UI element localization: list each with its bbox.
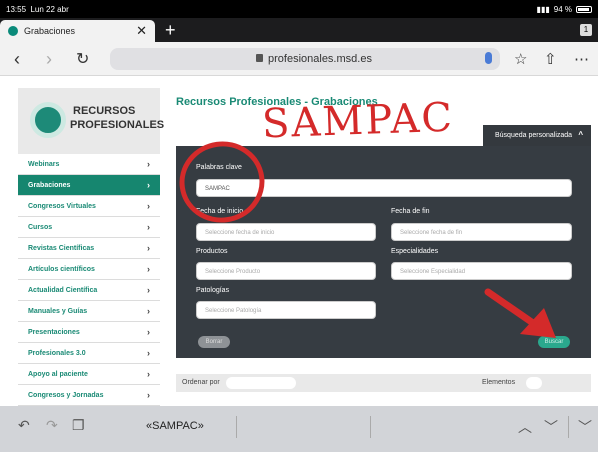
start-date-input[interactable]: Seleccione fecha de inicio	[196, 223, 376, 241]
chevron-right-icon: ›	[147, 264, 150, 274]
sidebar-item-webinars[interactable]: Webinars ›	[18, 154, 160, 175]
bookmark-star-icon[interactable]: ☆	[514, 50, 527, 68]
sidebar-item-manuales[interactable]: Manuales y Guías ›	[18, 301, 160, 322]
chevron-right-icon: ›	[147, 390, 150, 400]
sort-label: Ordenar por	[182, 379, 220, 386]
logo-mark-icon	[30, 102, 66, 138]
signal-icon: ▮▮▮	[536, 5, 550, 14]
sidebar-menu: Webinars › Grabaciones › Congresos Virtual…	[18, 154, 160, 406]
site-logo[interactable]: RECURSOS PROFESIONALES	[18, 88, 164, 158]
tab-grabaciones[interactable]: Grabaciones ✕	[0, 20, 155, 42]
pathologies-label: Patologías	[196, 287, 230, 294]
search-button[interactable]: Buscar	[538, 336, 570, 348]
sort-select[interactable]	[226, 377, 296, 389]
chevron-right-icon: ›	[147, 201, 150, 211]
sidebar-item-revistas[interactable]: Revistas Científicas ›	[18, 238, 160, 259]
more-icon[interactable]: ⋯	[574, 50, 589, 68]
battery-percent: 94 %	[553, 5, 572, 14]
address-bar: ‹ › ↻ profesionales.msd.es ☆ ⇧ ⋯	[0, 42, 598, 76]
end-date-label: Fecha de fin	[391, 208, 430, 215]
chevron-right-icon: ›	[147, 243, 150, 253]
favicon-icon	[8, 26, 18, 36]
url-field[interactable]: profesionales.msd.es	[110, 48, 500, 70]
chevron-right-icon: ›	[147, 222, 150, 232]
handwritten-annotation: SAMPAC	[261, 94, 455, 148]
logo-line2: PROFESIONALES	[70, 119, 165, 131]
microphone-icon[interactable]	[485, 52, 492, 64]
dismiss-keyboard-icon[interactable]: ﹀	[578, 417, 592, 437]
chevron-up-icon[interactable]: ︿	[518, 417, 532, 437]
custom-search-label: Búsqueda personalizada	[495, 132, 573, 139]
sort-bar: Ordenar por Elementos	[176, 374, 591, 392]
elements-label: Elementos	[482, 379, 516, 386]
sidebar-item-grabaciones[interactable]: Grabaciones ›	[18, 175, 160, 196]
suggestion-divider	[370, 416, 371, 438]
start-date-label: Fecha de inicio	[196, 208, 244, 215]
end-date-input[interactable]: Seleccione fecha de fin	[391, 223, 572, 241]
tab-title: Grabaciones	[24, 26, 76, 36]
search-panel: Palabras clave SAMPAC Fecha de inicio Se…	[176, 146, 591, 358]
clear-button[interactable]: Borrar	[198, 336, 230, 348]
web-page: RECURSOS PROFESIONALES Webinars › Grabaci…	[0, 76, 598, 406]
tab-count-badge[interactable]: 1	[580, 24, 592, 36]
chevron-right-icon: ›	[147, 159, 150, 169]
autocomplete-suggestion[interactable]: «SAMPAC»	[146, 420, 204, 432]
close-tab-icon[interactable]: ✕	[136, 23, 147, 39]
suggestion-divider	[236, 416, 237, 438]
sidebar-item-congresos-jornadas[interactable]: Congresos y Jornadas ›	[18, 385, 160, 406]
sidebar-item-congresos-virtuales[interactable]: Congresos Virtuales ›	[18, 196, 160, 217]
chevron-right-icon: ›	[147, 348, 150, 358]
undo-icon[interactable]: ↶	[18, 417, 30, 434]
share-icon[interactable]: ⇧	[544, 50, 557, 68]
sidebar-item-profesionales[interactable]: Profesionales 3.0 ›	[18, 343, 160, 364]
chevron-right-icon: ›	[147, 306, 150, 316]
chevron-up-icon: ^	[578, 130, 583, 139]
products-select[interactable]: Seleccione Producto	[196, 262, 376, 280]
chevron-down-icon[interactable]: ﹀	[544, 417, 558, 437]
tab-bar: Grabaciones ✕ + 1	[0, 18, 598, 42]
status-bar: 13:55 Lun 22 abr ▮▮▮ 94 %	[0, 0, 598, 18]
new-tab-button[interactable]: +	[165, 20, 176, 41]
sidebar-item-apoyo[interactable]: Apoyo al paciente ›	[18, 364, 160, 385]
keywords-label: Palabras clave	[196, 164, 242, 171]
forward-icon[interactable]: ›	[46, 49, 52, 70]
redo-icon[interactable]: ↷	[46, 417, 58, 434]
lock-icon	[256, 54, 263, 62]
sidebar-item-articulos[interactable]: Artículos científicos ›	[18, 259, 160, 280]
logo-line1: RECURSOS	[73, 105, 136, 117]
sidebar-item-actualidad[interactable]: Actualidad Científica ›	[18, 280, 160, 301]
keyboard-toolbar: ↶ ↷ ❐ «SAMPAC» ︿ ﹀ ﹀	[0, 406, 598, 452]
chevron-right-icon: ›	[147, 285, 150, 295]
status-time: 13:55 Lun 22 abr	[6, 5, 69, 14]
specialties-select[interactable]: Seleccione Especialidad	[391, 262, 572, 280]
battery-icon	[576, 6, 592, 13]
back-icon[interactable]: ‹	[14, 49, 20, 70]
elements-select[interactable]	[526, 377, 542, 389]
status-right: ▮▮▮ 94 %	[537, 5, 592, 14]
products-label: Productos	[196, 248, 228, 255]
clipboard-icon[interactable]: ❐	[72, 417, 85, 434]
url-text: profesionales.msd.es	[268, 53, 372, 65]
reload-icon[interactable]: ↻	[76, 49, 89, 69]
chevron-right-icon: ›	[147, 180, 150, 190]
custom-search-toggle[interactable]: Búsqueda personalizada ^	[483, 125, 591, 146]
pathologies-select[interactable]: Seleccione Patología	[196, 301, 376, 319]
keywords-input[interactable]: SAMPAC	[196, 179, 572, 197]
specialties-label: Especialidades	[391, 248, 439, 255]
sidebar-item-presentaciones[interactable]: Presentaciones ›	[18, 322, 160, 343]
chevron-right-icon: ›	[147, 327, 150, 337]
sidebar-item-cursos[interactable]: Cursos ›	[18, 217, 160, 238]
chevron-right-icon: ›	[147, 369, 150, 379]
toolbar-divider	[568, 416, 569, 438]
